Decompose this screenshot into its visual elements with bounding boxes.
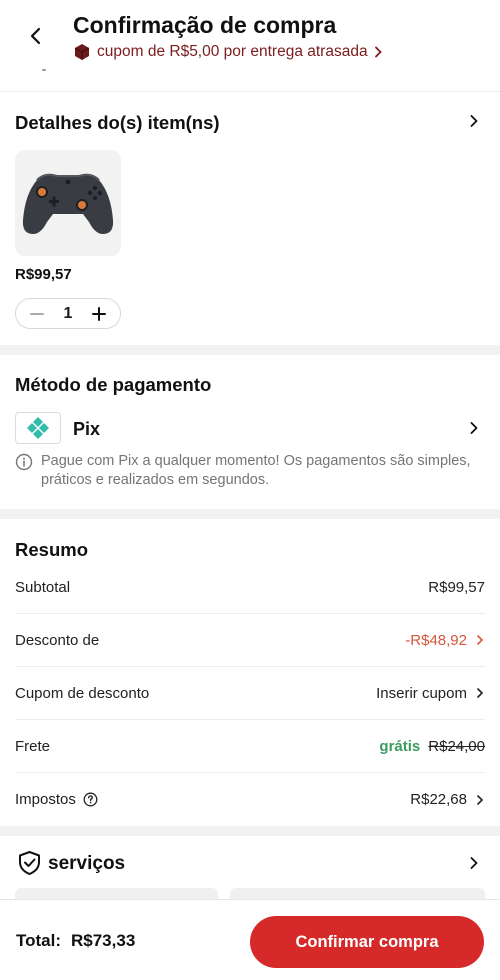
summary-row-taxes[interactable]: Impostos R$22,68 bbox=[15, 773, 485, 826]
coupon-banner-text: cupom de R$5,00 por entrega atrasada bbox=[97, 43, 368, 60]
pix-logo[interactable] bbox=[15, 412, 61, 444]
shipping-value-wrap: grátis R$24,00 bbox=[379, 738, 485, 755]
shipping-original-price: R$24,00 bbox=[428, 737, 485, 755]
payment-section-title: Método de pagamento bbox=[15, 374, 212, 395]
chevron-right-icon bbox=[477, 688, 484, 698]
header: Confirmação de compra cupom de R$5,00 po… bbox=[0, 0, 500, 92]
confirm-purchase-button[interactable]: Confirmar compra bbox=[250, 916, 484, 968]
package-icon bbox=[74, 44, 90, 60]
summary-row-shipping: Frete grátis R$24,00 bbox=[15, 720, 485, 773]
gamepad-icon bbox=[22, 173, 114, 234]
quantity-stepper: 1 bbox=[15, 298, 121, 329]
plus-icon[interactable] bbox=[92, 306, 106, 321]
chevron-left-icon bbox=[30, 27, 41, 45]
shipping-label: Frete bbox=[15, 737, 51, 755]
discount-value: -R$48,92 bbox=[405, 631, 467, 649]
taxes-label-wrap: Impostos bbox=[15, 791, 98, 808]
section-divider bbox=[0, 345, 500, 355]
chevron-right-icon bbox=[477, 794, 484, 805]
payment-chevron-right-icon[interactable] bbox=[468, 422, 480, 434]
discount-value-wrap: -R$48,92 bbox=[405, 632, 485, 649]
minus-icon[interactable] bbox=[30, 307, 44, 321]
section-divider bbox=[0, 826, 500, 836]
taxes-value-wrap: R$22,68 bbox=[410, 791, 485, 808]
total-label: Total: bbox=[16, 931, 62, 950]
items-section-title: Detalhes do(s) item(ns) bbox=[15, 112, 220, 133]
payment-note: Pague com Pix a qualquer momento! Os pag… bbox=[41, 453, 471, 488]
help-icon[interactable] bbox=[83, 792, 98, 807]
quantity-value: 1 bbox=[63, 304, 73, 322]
item-price: R$99,57 bbox=[15, 266, 72, 283]
product-image[interactable] bbox=[15, 150, 121, 256]
services-chevron-right-icon[interactable] bbox=[468, 857, 480, 869]
services-section-title: serviços bbox=[48, 853, 126, 874]
summary-row-subtotal: Subtotal R$99,57 bbox=[15, 561, 485, 614]
checkout-footer: Total: R$73,33 Confirmar compra bbox=[0, 899, 500, 980]
chevron-right-icon bbox=[374, 46, 382, 58]
total-value: R$73,33 bbox=[71, 931, 136, 950]
summary-row-discount[interactable]: Desconto de -R$48,92 bbox=[15, 614, 485, 667]
page-title: Confirmação de compra bbox=[73, 12, 337, 38]
taxes-value: R$22,68 bbox=[410, 791, 467, 808]
discount-label: Desconto de bbox=[15, 631, 100, 649]
section-divider bbox=[0, 509, 500, 519]
back-button[interactable] bbox=[22, 22, 50, 50]
info-icon bbox=[15, 453, 33, 471]
payment-method-label[interactable]: Pix bbox=[73, 419, 100, 440]
divider bbox=[42, 69, 46, 71]
shield-check-icon bbox=[19, 851, 40, 875]
chevron-right-icon bbox=[477, 635, 484, 645]
subtotal-label: Subtotal bbox=[15, 578, 71, 596]
coupon-banner[interactable]: cupom de R$5,00 por entrega atrasada bbox=[73, 43, 382, 61]
insert-coupon-link[interactable]: Inserir cupom bbox=[376, 685, 467, 702]
summary-section-title: Resumo bbox=[15, 539, 88, 560]
pix-icon bbox=[27, 417, 49, 439]
taxes-label: Impostos bbox=[15, 791, 76, 808]
shipping-free-badge: grátis bbox=[379, 737, 421, 755]
subtotal-value: R$99,57 bbox=[428, 578, 485, 596]
coupon-label: Cupom de desconto bbox=[15, 684, 150, 702]
summary-row-coupon[interactable]: Cupom de desconto Inserir cupom bbox=[15, 667, 485, 720]
items-chevron-right-icon[interactable] bbox=[468, 115, 480, 127]
coupon-value-wrap: Inserir cupom bbox=[376, 685, 485, 702]
